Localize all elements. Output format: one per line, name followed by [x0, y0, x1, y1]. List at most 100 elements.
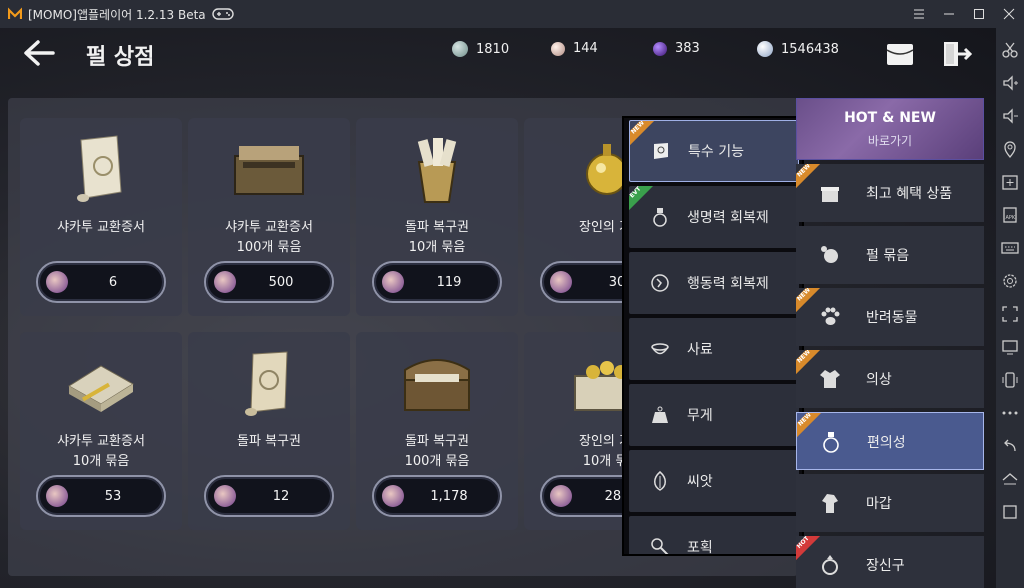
category-pets[interactable]: NEW 반려동물	[796, 288, 984, 346]
currency-amount: 1810	[476, 41, 510, 57]
add-window-icon[interactable]	[1000, 172, 1020, 192]
pearl-gem-icon	[214, 485, 236, 507]
category-outfit[interactable]: NEW 의상	[796, 350, 984, 408]
exit-icon[interactable]	[940, 38, 972, 70]
item-card[interactable]: 샤카투 교환증서 100개 묶음 500	[188, 118, 350, 316]
minimize-icon	[944, 13, 954, 15]
settings-icon[interactable]	[1000, 271, 1020, 291]
subcategory-label: 무게	[687, 408, 713, 424]
pearl-gem-icon	[46, 271, 68, 293]
maximize-button[interactable]	[964, 0, 994, 28]
pearl-gem-icon	[382, 271, 404, 293]
maximize-icon	[974, 9, 984, 19]
item-card[interactable]: 샤카투 교환증서 6	[20, 118, 182, 316]
location-icon[interactable]	[1000, 139, 1020, 159]
category-pearl-bundle[interactable]: 펄 묶음	[796, 226, 984, 284]
potion-icon	[653, 208, 667, 227]
item-name: 돌파 복구권	[237, 434, 301, 449]
scissors-icon[interactable]	[1000, 40, 1020, 60]
menu-button[interactable]	[904, 0, 934, 28]
capture-icon	[651, 538, 669, 554]
currency-amount: 383	[675, 41, 700, 56]
horse-icon	[822, 494, 838, 513]
gamepad-icon[interactable]	[211, 7, 234, 21]
scroll-item-icon	[77, 135, 122, 202]
subcategory-seed[interactable]: 씨앗	[629, 450, 799, 512]
shake-icon[interactable]	[1000, 370, 1020, 390]
android-home-icon[interactable]	[1000, 469, 1020, 489]
close-button[interactable]	[994, 0, 1024, 28]
price-button[interactable]: 6	[36, 261, 166, 303]
silver-gem-icon	[452, 41, 468, 57]
more-icon[interactable]	[1000, 403, 1020, 423]
subcategory-capture[interactable]: 포획	[629, 516, 799, 554]
outfit-icon	[820, 370, 840, 388]
subcategory-hp-potion[interactable]: EVT 생명력 회복제	[629, 186, 799, 248]
item-card[interactable]: 돌파 복구권 12	[188, 332, 350, 530]
hamburger-icon	[914, 9, 924, 19]
hot-new-banner[interactable]: HOT & NEW 바로가기	[796, 98, 984, 160]
price-button[interactable]: 1,178	[372, 475, 502, 517]
item-card[interactable]: 돌파 복구권 10개 묶음 119	[356, 118, 518, 316]
fullscreen-icon[interactable]	[1000, 304, 1020, 324]
shop-header: 펄 상점 1810 144 383 1546438	[0, 28, 996, 88]
category-label: 마갑	[866, 496, 892, 512]
emulator-toolbar: APK	[996, 28, 1024, 588]
banner-subtitle: 바로가기	[867, 134, 913, 148]
volume-down-icon[interactable]	[1000, 106, 1020, 126]
subcategory-stamina-potion[interactable]: 행동력 회복제	[629, 252, 799, 314]
item-name: 샤카투 교환증서	[57, 220, 145, 235]
treasure-box-icon	[234, 146, 304, 195]
flask-icon	[823, 432, 839, 453]
item-name: 샤카투 교환증서 10개 묶음	[57, 434, 145, 469]
currency-silver-coin: 1546438	[757, 41, 839, 57]
item-name: 돌파 복구권 10개 묶음	[405, 220, 469, 255]
window-title: [MOMO]앱플레이어 1.2.13 Beta	[28, 7, 206, 22]
pearl-icon	[551, 41, 565, 56]
app-window: [MOMO]앱플레이어 1.2.13 Beta APK 펄 상점 1810 14…	[0, 0, 1024, 588]
item-card[interactable]: 돌파 복구권 100개 묶음 1,178	[356, 332, 518, 530]
category-label: 장신구	[866, 558, 905, 574]
category-label: 편의성	[867, 435, 906, 451]
bag-icon[interactable]	[884, 38, 916, 70]
pearl-gem-icon	[550, 271, 572, 293]
game-screen: 펄 상점 1810 144 383 1546438 샤카투 교환증서 6 샤카투…	[0, 28, 996, 588]
category-best-deals[interactable]: NEW 최고 혜택 상품	[796, 164, 984, 222]
pearl-gem-icon	[382, 485, 404, 507]
screen-icon[interactable]	[1000, 337, 1020, 357]
subcategory-feed[interactable]: 사료	[629, 318, 799, 380]
item-card[interactable]: 샤카투 교환증서 10개 묶음 53	[20, 332, 182, 530]
weight-icon	[652, 406, 668, 423]
subcategory-label: 생명력 회복제	[687, 210, 769, 226]
currency-purple-orb: 383	[653, 41, 700, 56]
category-accessories[interactable]: HOT 장신구	[796, 536, 984, 588]
paw-icon	[821, 307, 840, 325]
android-recents-icon[interactable]	[1000, 502, 1020, 522]
subcategory-special-function[interactable]: NEW 특수 기능	[629, 120, 799, 182]
ring-icon	[822, 555, 838, 575]
apk-install-icon[interactable]: APK	[1000, 205, 1020, 225]
pearl-gem-icon	[550, 485, 572, 507]
scroll-bucket-icon	[417, 138, 457, 203]
minimize-button[interactable]	[934, 0, 964, 28]
momo-logo-icon	[8, 7, 22, 19]
volume-up-icon[interactable]	[1000, 73, 1020, 93]
price-button[interactable]: 500	[204, 261, 334, 303]
android-back-icon[interactable]	[1000, 436, 1020, 456]
keyboard-icon[interactable]	[1000, 238, 1020, 258]
gift-box-icon	[821, 187, 839, 202]
price-button[interactable]: 119	[372, 261, 502, 303]
subcategory-label: 특수 기능	[688, 144, 744, 160]
price-button[interactable]: 12	[204, 475, 334, 517]
item-name: 샤카투 교환증서 100개 묶음	[225, 220, 313, 255]
restore-scroll-icon	[245, 351, 288, 416]
price-amount: 119	[436, 274, 462, 290]
price-button[interactable]: 53	[36, 475, 166, 517]
subcategory-weight[interactable]: 무게	[629, 384, 799, 446]
category-barding[interactable]: 마갑	[796, 474, 984, 532]
back-arrow-icon[interactable]	[22, 38, 56, 68]
category-convenience[interactable]: NEW 편의성	[796, 412, 984, 470]
category-label: 펄 묶음	[866, 248, 910, 264]
currency-amount: 1546438	[781, 41, 839, 57]
pearl-gem-icon	[214, 271, 236, 293]
